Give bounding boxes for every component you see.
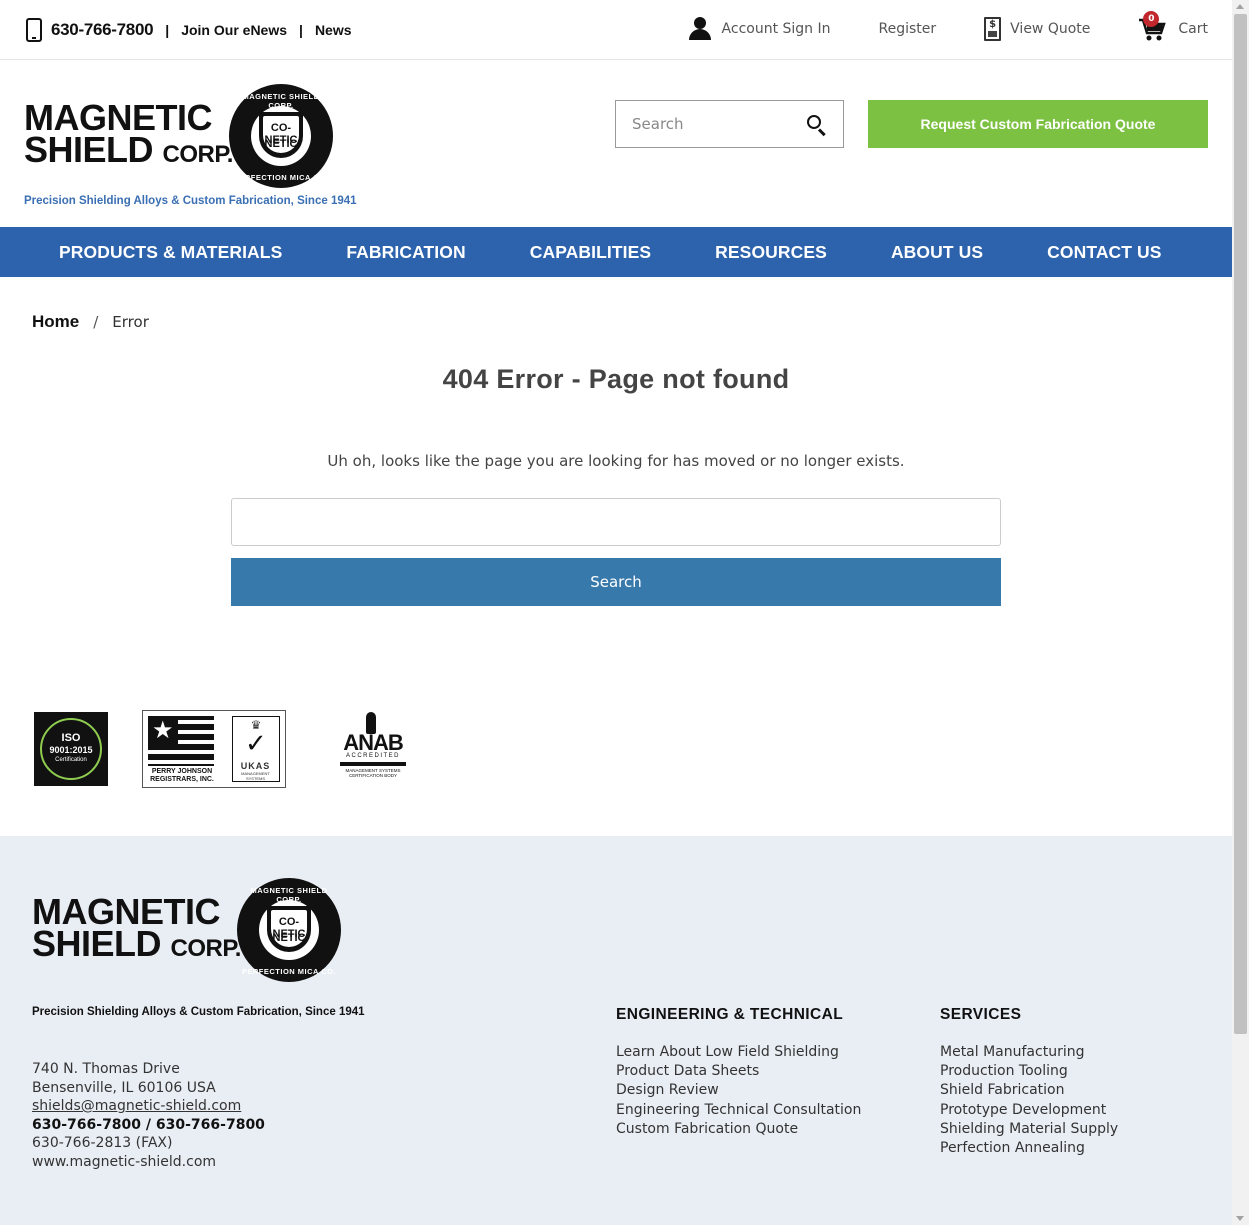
nav-resources[interactable]: RESOURCES: [683, 242, 859, 263]
site-logo[interactable]: MAGNETIC SHIELD CORP. MAGNETIC SHIELD CO…: [24, 82, 344, 192]
anab-body-label: MANAGEMENT SYSTEMS CERTIFICATION BODY: [345, 768, 401, 778]
seal-bottom-text: PERFECTION MICA CO.: [233, 173, 329, 182]
enews-link[interactable]: Join Our eNews: [181, 22, 287, 38]
news-link[interactable]: News: [315, 22, 352, 38]
error-search-button[interactable]: Search: [231, 558, 1001, 606]
footer-services-heading: SERVICES: [940, 1006, 1022, 1023]
top-phone-link[interactable]: 630-766-7800: [51, 20, 154, 40]
account-sign-in-link[interactable]: Account Sign In: [688, 17, 831, 41]
footer-link-product-data-sheets[interactable]: Product Data Sheets: [616, 1062, 861, 1081]
nav-fabrication[interactable]: FABRICATION: [314, 242, 497, 263]
footer-link-engineering-consultation[interactable]: Engineering Technical Consultation: [616, 1101, 861, 1120]
ukas-label: UKAS: [240, 761, 271, 771]
account-sign-in-label: Account Sign In: [721, 21, 831, 37]
footer-link-prototype-development[interactable]: Prototype Development: [940, 1101, 1118, 1120]
footer: MAGNETIC SHIELD CORP. MAGNETIC SHIELD CO…: [0, 836, 1232, 1225]
iso-standard: 9001:2015: [49, 745, 93, 755]
search-icon[interactable]: [807, 115, 827, 137]
error-search-input[interactable]: [231, 498, 1001, 546]
footer-fax: 630-766-2813 (FAX): [32, 1135, 173, 1151]
page-scrollbar[interactable]: [1232, 0, 1249, 1225]
cart-label: Cart: [1178, 21, 1208, 37]
iso-label: ISO: [61, 732, 81, 744]
footer-link-shield-fabrication[interactable]: Shield Fabrication: [940, 1081, 1118, 1100]
ukas-logo: ♛ ✓ UKAS MANAGEMENT SYSTEMS: [232, 716, 280, 782]
scrollbar-thumb[interactable]: [1234, 14, 1247, 1034]
footer-link-low-field-shielding[interactable]: Learn About Low Field Shielding: [616, 1043, 861, 1062]
footer-link-custom-fabrication-quote[interactable]: Custom Fabrication Quote: [616, 1120, 861, 1139]
error-message: Uh oh, looks like the page you are looki…: [327, 452, 905, 470]
logo-shield-word: SHIELD: [24, 129, 154, 170]
nav-products-materials[interactable]: PRODUCTS & MATERIALS: [27, 242, 314, 263]
mobile-phone-icon: [26, 18, 42, 42]
nav-capabilities[interactable]: CAPABILITIES: [498, 242, 683, 263]
checkmark-icon: ✓: [245, 729, 267, 759]
main-nav: PRODUCTS & MATERIALS FABRICATION CAPABIL…: [0, 227, 1232, 277]
page-title: 404 Error - Page not found: [442, 364, 790, 394]
footer-email-link[interactable]: shields@magnetic-shield.com: [32, 1098, 241, 1114]
register-link[interactable]: Register: [879, 21, 937, 37]
breadcrumb-home[interactable]: Home: [32, 312, 79, 332]
footer-logo-shield-word: SHIELD: [32, 923, 162, 964]
request-quote-button[interactable]: Request Custom Fabrication Quote: [868, 100, 1208, 148]
cart-link[interactable]: 0 Cart: [1138, 11, 1208, 42]
breadcrumb: Home / Error: [32, 312, 149, 332]
ukas-sub-label: MANAGEMENT SYSTEMS: [241, 771, 270, 781]
nav-about-us[interactable]: ABOUT US: [859, 242, 1015, 263]
nav-contact-us[interactable]: CONTACT US: [1015, 242, 1193, 263]
view-quote-label: View Quote: [1010, 21, 1091, 37]
pjr-text: PERRY JOHNSON REGISTRARS, INC.: [150, 768, 214, 783]
footer-seal-bottom-text: PERFECTION MICA CO.: [241, 967, 337, 976]
top-bar-right: Account Sign In Register $ View Quote 0: [640, 11, 1208, 42]
register-label: Register: [878, 21, 937, 37]
iso-certification-logo: ISO 9001:2015 Certification: [34, 712, 108, 786]
footer-logo[interactable]: MAGNETIC SHIELD CORP. MAGNETIC SHIELD CO…: [32, 876, 352, 986]
footer-link-shielding-material-supply[interactable]: Shielding Material Supply: [940, 1120, 1118, 1139]
quote-icon: $: [984, 17, 1002, 41]
header-tagline: Precision Shielding Alloys & Custom Fabr…: [24, 195, 357, 207]
seal-center-text-2: NETIC: [264, 138, 298, 150]
top-bar: 630-766-7800 | Join Our eNews | News Acc…: [0, 0, 1232, 60]
footer-logo-corp-word: CORP.: [170, 935, 242, 962]
footer-address: 740 N. Thomas Drive Bensenville, IL 6010…: [32, 1060, 265, 1171]
scroll-down-icon[interactable]: [1236, 1216, 1244, 1221]
address-line-2: Bensenville, IL 60106 USA: [32, 1079, 216, 1096]
footer-link-metal-manufacturing[interactable]: Metal Manufacturing: [940, 1043, 1118, 1062]
pjr-flag-icon: ★: [148, 716, 214, 766]
scroll-up-icon[interactable]: [1236, 4, 1244, 9]
footer-logo-line-2: SHIELD CORP.: [32, 926, 242, 965]
logo-line-2: SHIELD CORP.: [24, 132, 234, 171]
co-netic-seal-icon: MAGNETIC SHIELD CORP. CO-NETIC NETIC PER…: [229, 84, 333, 188]
user-icon: [688, 17, 712, 41]
footer-engineering-column: ENGINEERING & TECHNICAL Learn About Low …: [616, 1006, 861, 1139]
top-bar-left: 630-766-7800 | Join Our eNews | News: [26, 18, 352, 42]
logo-wordmark: MAGNETIC SHIELD CORP.: [24, 100, 234, 171]
breadcrumb-separator: /: [93, 313, 99, 331]
footer-services-column: SERVICES Metal Manufacturing Production …: [940, 1006, 1118, 1158]
anab-accredited-logo: ANAB ACCREDITED MANAGEMENT SYSTEMS CERTI…: [334, 712, 412, 782]
footer-engineering-heading: ENGINEERING & TECHNICAL: [616, 1006, 844, 1023]
footer-tagline: Precision Shielding Alloys & Custom Fabr…: [32, 1006, 365, 1018]
footer-link-design-review[interactable]: Design Review: [616, 1081, 861, 1100]
footer-co-netic-seal-icon: MAGNETIC SHIELD CORP. CO-NETIC NETIC PER…: [237, 878, 341, 982]
page: 630-766-7800 | Join Our eNews | News Acc…: [0, 0, 1232, 1225]
footer-link-production-tooling[interactable]: Production Tooling: [940, 1062, 1118, 1081]
view-quote-link[interactable]: $ View Quote: [984, 17, 1090, 41]
top-separator: |: [165, 22, 170, 38]
footer-logo-wordmark: MAGNETIC SHIELD CORP.: [32, 894, 242, 965]
top-separator: |: [299, 22, 303, 38]
footer-seal-center-text-2: NETIC: [272, 932, 306, 944]
pjr-ukas-certification-logo: ★ PERRY JOHNSON REGISTRARS, INC. ♛ ✓ UKA…: [142, 710, 286, 788]
footer-website: www.magnetic-shield.com: [32, 1153, 217, 1170]
address-line-1: 740 N. Thomas Drive: [32, 1061, 180, 1077]
iso-certification-label: Certification: [55, 757, 87, 763]
cart-icon: 0: [1138, 11, 1167, 42]
logo-corp-word: CORP.: [162, 141, 234, 168]
anab-accredited-label: ACCREDITED: [345, 753, 400, 759]
breadcrumb-current: Error: [112, 313, 149, 331]
header-search-input[interactable]: [616, 101, 802, 147]
footer-link-perfection-annealing[interactable]: Perfection Annealing: [940, 1139, 1118, 1158]
header-search-box: [615, 100, 844, 148]
footer-phones[interactable]: 630-766-7800 / 630-766-7800: [32, 1116, 265, 1135]
